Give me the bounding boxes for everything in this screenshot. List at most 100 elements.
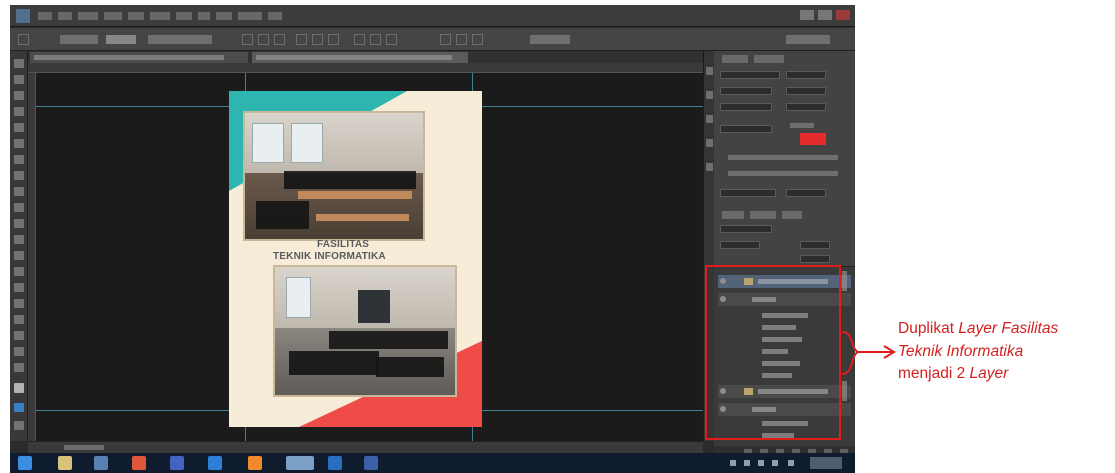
workspace-switcher[interactable] xyxy=(786,35,830,44)
screen-mode-icon[interactable] xyxy=(14,421,24,430)
text-style-buttons[interactable] xyxy=(728,155,838,160)
align-center-icon[interactable] xyxy=(312,34,323,45)
menu-3d[interactable] xyxy=(198,12,210,20)
font-family-field[interactable] xyxy=(720,71,780,79)
menu-file[interactable] xyxy=(38,12,52,20)
vertical-scale-field[interactable] xyxy=(720,125,772,133)
font-size-field[interactable] xyxy=(720,87,772,95)
clone-stamp-tool-icon[interactable] xyxy=(14,187,24,196)
app-icon[interactable] xyxy=(248,456,262,470)
menu-help[interactable] xyxy=(268,12,282,20)
facility-photo-1[interactable] xyxy=(243,111,425,241)
history-brush-tool-icon[interactable] xyxy=(14,203,24,212)
font-style-field[interactable] xyxy=(786,71,826,79)
brush-tool-icon[interactable] xyxy=(14,171,24,180)
properties-icon[interactable] xyxy=(706,91,713,99)
menu-window[interactable] xyxy=(238,12,262,20)
menu-layer[interactable] xyxy=(104,12,122,20)
align-right-icon[interactable] xyxy=(328,34,339,45)
auto-select-option[interactable] xyxy=(60,35,98,44)
distribute-icon[interactable] xyxy=(370,34,381,45)
document-tab[interactable] xyxy=(30,52,248,63)
distribute-icon[interactable] xyxy=(386,34,397,45)
blur-tool-icon[interactable] xyxy=(14,251,24,260)
hand-tool-icon[interactable] xyxy=(14,347,24,356)
maximize-button[interactable] xyxy=(818,10,832,20)
mail-icon[interactable] xyxy=(170,456,184,470)
eraser-tool-icon[interactable] xyxy=(14,219,24,228)
app-icon[interactable] xyxy=(328,456,342,470)
volume-icon[interactable] xyxy=(772,460,778,466)
dodge-tool-icon[interactable] xyxy=(14,267,24,276)
photoshop-taskbar-icon[interactable] xyxy=(364,456,378,470)
close-button[interactable] xyxy=(836,10,850,20)
windows-start-icon[interactable] xyxy=(18,456,32,470)
menu-view[interactable] xyxy=(216,12,232,20)
distribute-icon[interactable] xyxy=(354,34,365,45)
marquee-tool-icon[interactable] xyxy=(14,75,24,84)
tab-paths[interactable] xyxy=(782,211,802,219)
document-tab-active[interactable] xyxy=(252,52,468,63)
healing-brush-tool-icon[interactable] xyxy=(14,155,24,164)
path-selection-tool-icon[interactable] xyxy=(14,315,24,324)
app-icon[interactable] xyxy=(94,456,108,470)
shape-tool-icon[interactable] xyxy=(14,331,24,340)
pen-tool-icon[interactable] xyxy=(14,283,24,292)
horizontal-ruler[interactable] xyxy=(28,63,703,73)
align-top-icon[interactable] xyxy=(242,34,253,45)
gradient-tool-icon[interactable] xyxy=(14,235,24,244)
eyedropper-tool-icon[interactable] xyxy=(14,139,24,148)
canvas-area[interactable]: FASILITAS TEKNIK INFORMATIKA xyxy=(36,73,703,441)
type-tool-icon[interactable] xyxy=(14,299,24,308)
foreground-color-swatch[interactable] xyxy=(14,383,24,393)
minimize-button[interactable] xyxy=(800,10,814,20)
facility-photo-2[interactable] xyxy=(273,265,457,397)
align-middle-icon[interactable] xyxy=(258,34,269,45)
vertical-ruler[interactable] xyxy=(28,73,36,441)
battery-icon[interactable] xyxy=(788,460,794,466)
taskbar-clock[interactable] xyxy=(810,457,842,469)
3d-mode-icon[interactable] xyxy=(456,34,467,45)
tab-character[interactable] xyxy=(722,55,748,63)
quick-select-tool-icon[interactable] xyxy=(14,107,24,116)
zoom-tool-icon[interactable] xyxy=(14,363,24,372)
layer-filter-dropdown[interactable] xyxy=(720,225,772,233)
antialias-dropdown[interactable] xyxy=(786,189,826,197)
move-tool-icon[interactable] xyxy=(14,59,24,68)
menu-image[interactable] xyxy=(78,12,98,20)
layer-dropdown[interactable] xyxy=(106,35,136,44)
tab-channels[interactable] xyxy=(750,211,776,219)
tool-preset-icon[interactable] xyxy=(18,34,29,45)
tab-paragraph[interactable] xyxy=(754,55,784,63)
tray-icon[interactable] xyxy=(730,460,736,466)
menu-select[interactable] xyxy=(150,12,170,20)
character-icon[interactable] xyxy=(706,115,713,123)
file-explorer-icon[interactable] xyxy=(58,456,72,470)
lasso-tool-icon[interactable] xyxy=(14,91,24,100)
leading-field[interactable] xyxy=(786,87,826,95)
opacity-field[interactable] xyxy=(800,241,830,249)
text-color-swatch[interactable] xyxy=(800,133,826,145)
kerning-field[interactable] xyxy=(720,103,772,111)
edge-icon[interactable] xyxy=(208,456,222,470)
tray-icon[interactable] xyxy=(744,460,750,466)
fill-field[interactable] xyxy=(800,255,830,263)
zoom-level[interactable] xyxy=(64,445,104,450)
brush-settings-icon[interactable] xyxy=(706,163,713,171)
paragraph-icon[interactable] xyxy=(706,139,713,147)
network-icon[interactable] xyxy=(758,460,764,466)
menu-type[interactable] xyxy=(128,12,144,20)
3d-mode-icon[interactable] xyxy=(472,34,483,45)
3d-mode-icon[interactable] xyxy=(440,34,451,45)
tracking-field[interactable] xyxy=(786,103,826,111)
transform-controls-option[interactable] xyxy=(148,35,212,44)
menu-filter[interactable] xyxy=(176,12,192,20)
align-bottom-icon[interactable] xyxy=(274,34,285,45)
quick-mask-icon[interactable] xyxy=(14,403,24,412)
history-icon[interactable] xyxy=(706,67,713,75)
app-icon[interactable] xyxy=(132,456,146,470)
language-dropdown[interactable] xyxy=(720,189,776,197)
tab-layers[interactable] xyxy=(722,211,744,219)
blend-mode-dropdown[interactable] xyxy=(720,241,760,249)
opentype-buttons[interactable] xyxy=(728,171,838,176)
